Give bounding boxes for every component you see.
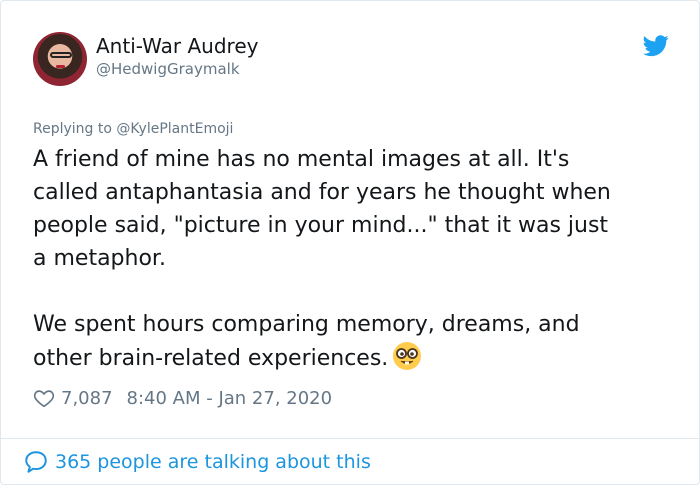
- speech-bubble-icon[interactable]: [23, 449, 49, 475]
- author-handle[interactable]: @HedwigGraymalk: [96, 60, 240, 78]
- tweet-header: Anti-War Audrey @HedwigGraymalk: [33, 32, 673, 88]
- tweet-timestamp[interactable]: 8:40 AM - Jan 27, 2020: [127, 388, 333, 409]
- tweet-text: A friend of mine has no mental images at…: [33, 143, 678, 375]
- author-display-name[interactable]: Anti-War Audrey: [96, 34, 258, 58]
- nerd-face-emoji-icon: [393, 342, 422, 370]
- conversation-footer[interactable]: 365 people are talking about this: [23, 448, 371, 476]
- replying-to-prefix: Replying to: [33, 121, 112, 137]
- like-count[interactable]: 7,087: [61, 388, 113, 409]
- replying-to-line: Replying to @KylePlantEmoji: [33, 121, 233, 137]
- talking-about-link[interactable]: 365 people are talking about this: [55, 451, 371, 473]
- twitter-bird-icon[interactable]: [643, 35, 669, 57]
- tweet-body: A friend of mine has no mental images at…: [33, 147, 611, 371]
- heart-outline-icon[interactable]: [33, 387, 55, 409]
- replying-to-mention[interactable]: @KylePlantEmoji: [116, 121, 233, 137]
- avatar-glasses: [50, 52, 72, 58]
- avatar-mouth: [56, 65, 65, 68]
- tweet-meta: 7,087 8:40 AM - Jan 27, 2020: [33, 385, 332, 411]
- avatar[interactable]: [33, 32, 87, 86]
- footer-divider: [1, 438, 700, 439]
- tweet-card: Anti-War Audrey @HedwigGraymalk Replying…: [0, 0, 700, 485]
